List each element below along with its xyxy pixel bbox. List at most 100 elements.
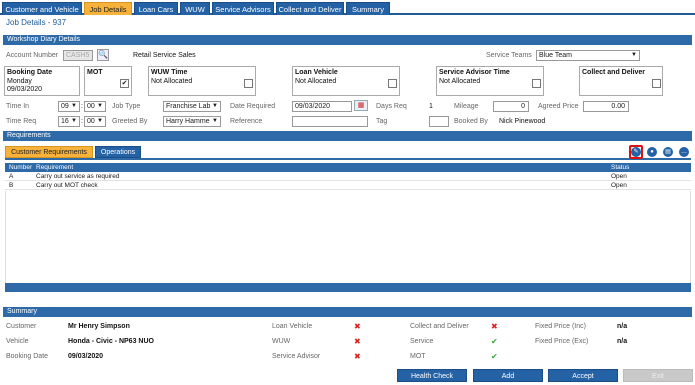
calendar-icon[interactable]: ▦ [354,100,368,111]
collect-deliver-label: Collect and Deliver [582,69,646,76]
summary-customer-value: Mr Henry Simpson [68,323,130,330]
tab-customer-requirements[interactable]: Customer Requirements [5,146,93,158]
service-advisor-time-label: Service Advisor Time [439,69,510,76]
account-number-field[interactable]: CASH5 [63,50,93,61]
chevron-down-icon: ▼ [71,118,77,124]
days-req-label: Days Req [376,103,407,110]
agreed-price-field[interactable]: 0.00 [583,101,629,112]
tab-service-advisors[interactable]: Service Advisors [212,2,274,15]
time-separator: : [81,118,83,125]
service-advisor-time-box: Service Advisor Time Not Allocated [436,66,544,96]
days-req-value: 1 [429,103,433,110]
col-requirement: Requirement [36,164,74,171]
mot-checkbox[interactable]: ✔ [120,79,129,88]
camera-icon[interactable]: ● [647,147,657,157]
add-button[interactable]: Add [473,369,543,382]
table-row[interactable]: B Carry out MOT check Open [5,182,691,190]
tab-customer-vehicle[interactable]: Customer and Vehicle [2,2,82,15]
summary-customer-label: Customer [6,323,37,330]
tab-wuw[interactable]: WUW [180,2,210,15]
row-requirement: Carry out service as required [36,173,120,180]
tab-operations[interactable]: Operations [95,146,141,158]
wuw-checkbox[interactable] [244,79,253,88]
loan-vehicle-box: Loan Vehicle Not Allocated [292,66,400,96]
booked-by-label: Booked By [454,118,488,125]
greeted-by-label: Greeted By [112,118,148,125]
cross-icon: ✖ [354,337,361,346]
job-type-select[interactable]: Franchise Lab ▼ [163,101,221,112]
reference-label: Reference [230,118,263,125]
mileage-field[interactable]: 0 [493,101,529,112]
edit-button[interactable]: ✎ [629,145,643,159]
summary-wuw-label: WUW [272,338,291,345]
requirements-grid-header: Number Requirement Status [5,163,691,172]
summary-collect-deliver-label: Collect and Deliver [410,323,469,330]
summary-booking-date-label: Booking Date [6,353,49,360]
summary-service-advisor-label: Service Advisor [272,353,321,360]
collect-deliver-checkbox[interactable] [652,79,661,88]
booking-date-box: Booking Date Monday 09/03/2020 [4,66,80,96]
wuw-time-label: WUW Time [151,69,188,76]
cross-icon: ✖ [354,352,361,361]
service-advisor-time-value: Not Allocated [439,78,481,85]
requirements-grid-body [5,191,691,283]
workshop-diary-header: Workshop Diary Details [3,35,692,45]
tab-summary[interactable]: Summary [346,2,390,15]
account-search-icon[interactable]: 🔍 [97,49,109,61]
time-req-label: Time Req [6,118,37,125]
summary-header: Summary [3,307,692,317]
chevron-down-icon: ▼ [631,52,637,58]
summary-booking-date-value: 09/03/2020 [68,353,104,360]
summary-fixed-inc-label: Fixed Price (Inc) [535,323,586,330]
table-row[interactable]: A Carry out service as required Open [5,173,691,181]
tag-label: Tag [376,118,388,125]
service-advisor-checkbox[interactable] [532,79,541,88]
row-number: A [9,173,14,180]
accept-button[interactable]: Accept [548,369,618,382]
tag-field[interactable] [429,116,449,127]
booked-by-value: Nick Pinewood [499,118,546,125]
date-required-label: Date Required [230,103,276,110]
row-requirement: Carry out MOT check [36,182,98,189]
check-icon: ✔ [491,337,498,346]
document-icon[interactable]: ▤ [663,147,673,157]
summary-fixed-inc-value: n/a [617,323,628,330]
wuw-time-box: WUW Time Not Allocated [148,66,256,96]
tab-loan-cars[interactable]: Loan Cars [134,2,178,15]
health-check-button[interactable]: Health Check [397,369,467,382]
reference-field[interactable] [292,116,368,127]
mot-box: MOT ✔ [84,66,132,96]
requirements-tab-underline [5,158,691,160]
exit-button[interactable]: Exit [623,369,693,382]
date-required-field[interactable]: 09/03/2020 [292,101,352,112]
time-req-min-select[interactable]: 00 ▼ [84,116,106,127]
chevron-down-icon: ▼ [212,118,218,124]
chat-icon[interactable]: … [679,147,689,157]
col-number: Number [9,164,33,171]
time-in-min-select[interactable]: 00 ▼ [84,101,106,112]
cross-icon: ✖ [354,322,361,331]
booking-date-day: Monday [7,78,32,85]
booking-date-value: 09/03/2020 [7,86,43,93]
chevron-down-icon: ▼ [212,103,218,109]
account-number-label: Account Number [6,52,59,59]
summary-service-label: Service [410,338,434,345]
summary-vehicle-label: Vehicle [6,338,29,345]
chevron-down-icon: ▼ [97,103,103,109]
mot-label: MOT [87,69,103,76]
summary-mot-label: MOT [410,353,426,360]
chevron-down-icon: ▼ [71,103,77,109]
col-status: Status [611,164,630,171]
loan-vehicle-value: Not Allocated [295,78,337,85]
time-separator: : [81,103,83,110]
greeted-by-select[interactable]: Harry Hamme ▼ [163,116,221,127]
wuw-time-value: Not Allocated [151,78,193,85]
tab-collect-deliver[interactable]: Collect and Deliver [276,2,344,15]
loan-vehicle-checkbox[interactable] [388,79,397,88]
chevron-down-icon: ▼ [97,118,103,124]
time-req-hour-select[interactable]: 16 ▼ [58,116,80,127]
row-status: Open [611,173,627,180]
tab-job-details[interactable]: Job Details [84,2,132,15]
time-in-hour-select[interactable]: 09 ▼ [58,101,80,112]
service-teams-select[interactable]: Blue Team ▼ [536,50,640,61]
